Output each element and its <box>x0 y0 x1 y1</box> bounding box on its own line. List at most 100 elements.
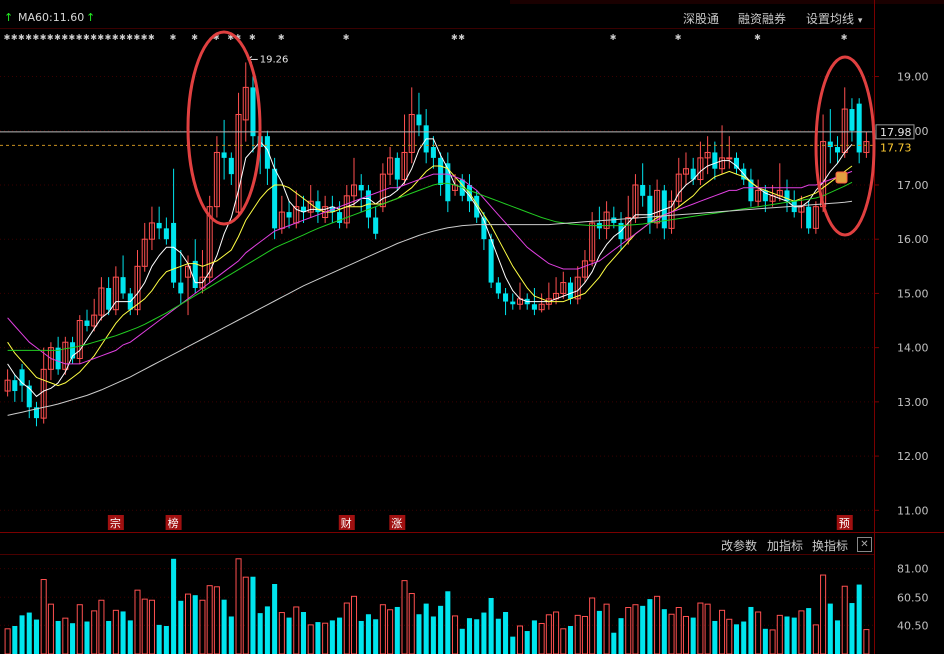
volume-bar <box>516 625 524 654</box>
candle-body <box>192 260 198 288</box>
volume-bar <box>445 591 451 654</box>
volume-bar <box>625 607 632 654</box>
current-price-label: 17.98 <box>880 126 912 139</box>
event-star-icon: ✱ <box>61 33 68 42</box>
volume-bar <box>307 624 314 654</box>
candle-body <box>84 320 90 326</box>
volume-bar <box>791 617 797 654</box>
y-tick-label: 17.00 <box>897 179 929 192</box>
volume-bar <box>206 585 213 654</box>
event-star-icon: ✱ <box>112 33 119 42</box>
volume-bar <box>178 600 184 654</box>
switch-indicator-button[interactable]: 换指标 <box>812 537 848 554</box>
event-star-icon: ✱ <box>451 33 458 42</box>
volume-bar <box>106 620 112 654</box>
event-star-icon: ✱ <box>278 33 285 42</box>
volume-bar <box>690 617 696 654</box>
ma-line-ma5 <box>7 138 853 398</box>
volume-bar <box>647 599 653 654</box>
add-indicator-button[interactable]: 加指标 <box>767 537 803 554</box>
volume-bar <box>834 620 841 654</box>
volume-tick-label: 60.50 <box>897 591 929 604</box>
volume-bar <box>741 621 747 654</box>
event-star-icon: ✱ <box>675 33 682 42</box>
candle-body <box>171 222 177 283</box>
price-chart[interactable]: 19.0018.0017.0016.0015.0014.0013.0012.00… <box>0 0 944 654</box>
close-icon[interactable]: ✕ <box>857 537 872 552</box>
candle-body <box>510 301 516 305</box>
volume-bar <box>416 614 422 654</box>
event-star-icon: ✱ <box>54 33 61 42</box>
candle-body <box>12 380 18 392</box>
volume-bar <box>567 626 574 654</box>
volume-bar <box>343 602 350 654</box>
volume-bar <box>40 579 47 654</box>
y-tick-label: 14.00 <box>897 342 929 355</box>
volume-bar <box>300 612 307 654</box>
edit-params-button[interactable]: 改参数 <box>721 537 757 554</box>
event-star-icon: ✱ <box>97 33 104 42</box>
volume-bar <box>112 609 119 654</box>
event-star-icon: ✱ <box>4 33 11 42</box>
event-star-icon: ✱ <box>47 33 54 42</box>
scroll-handle[interactable] <box>932 430 942 450</box>
candle-body <box>228 157 234 175</box>
candle-body <box>264 136 270 169</box>
volume-bar <box>704 603 711 654</box>
volume-bar <box>322 622 329 654</box>
event-marker-label: 榜 <box>168 516 179 530</box>
volume-bar <box>553 611 560 654</box>
volume-bar <box>697 602 704 654</box>
candle-body <box>849 109 855 131</box>
peak-annotation: 19.26 <box>260 54 289 65</box>
event-star-icon: ✱ <box>249 33 256 42</box>
volume-bar <box>618 618 624 654</box>
y-tick-label: 19.00 <box>897 71 929 84</box>
candle-body <box>416 114 422 126</box>
volume-bar <box>257 613 263 654</box>
candle-body <box>221 152 227 158</box>
event-star-icon: ✱ <box>18 33 25 42</box>
volume-bar <box>423 603 429 654</box>
volume-bar <box>849 603 855 654</box>
volume-bar <box>503 612 509 654</box>
volume-bar <box>221 599 227 654</box>
note-marker-icon <box>835 171 848 184</box>
event-star-icon: ✱ <box>134 33 141 42</box>
volume-bar <box>315 622 321 654</box>
volume-tick-label: 81.00 <box>897 563 929 576</box>
volume-bar <box>408 593 415 654</box>
volume-bar <box>812 624 819 654</box>
volume-bar <box>84 621 90 654</box>
volume-bar <box>806 608 812 654</box>
event-star-icon: ✱ <box>458 33 465 42</box>
volume-bar <box>841 585 848 654</box>
volume-bar <box>776 614 783 654</box>
candle-body <box>163 228 169 240</box>
candle-body <box>733 157 740 169</box>
event-star-icon: ✱ <box>105 33 112 42</box>
candle-body <box>272 168 278 229</box>
event-marker-label: 涨 <box>391 517 402 530</box>
volume-bar <box>373 619 379 654</box>
event-star-icon: ✱ <box>841 33 848 42</box>
event-star-icon: ✱ <box>40 33 47 42</box>
candle-body <box>488 239 494 283</box>
volume-bar <box>784 616 790 654</box>
event-star-icon: ✱ <box>32 33 39 42</box>
candle-body <box>712 152 718 169</box>
volume-bar <box>495 618 501 654</box>
candle-body <box>286 212 292 218</box>
candle-body <box>120 277 126 294</box>
volume-bar <box>589 597 596 654</box>
candle-body <box>358 184 364 191</box>
ma-line-ma10 <box>7 165 853 387</box>
volume-bar <box>712 620 718 654</box>
candle-body <box>430 147 436 158</box>
volume-bar <box>581 615 588 654</box>
volume-bar <box>199 599 206 654</box>
volume-bar <box>611 632 617 654</box>
volume-bar <box>748 606 754 654</box>
candle-body <box>178 282 184 294</box>
candle-body <box>640 184 646 196</box>
